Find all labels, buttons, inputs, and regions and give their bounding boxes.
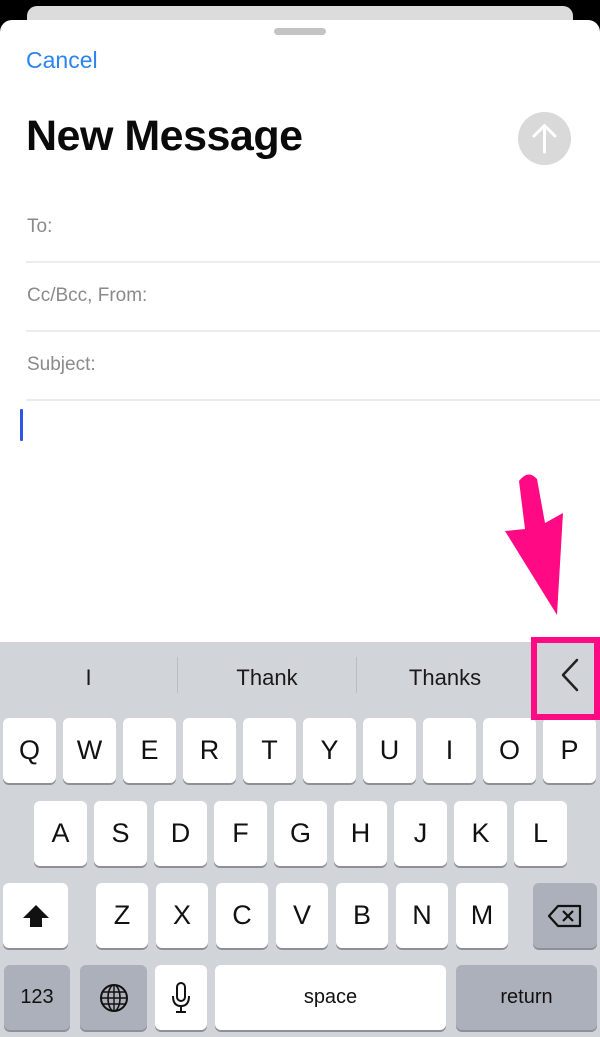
key-h[interactable]: H: [334, 801, 387, 866]
key-c[interactable]: C: [216, 883, 268, 948]
to-label: To:: [27, 216, 53, 237]
key-e[interactable]: E: [123, 718, 176, 783]
globe-icon: [99, 983, 128, 1012]
page-title: New Message: [26, 112, 303, 160]
numbers-key[interactable]: 123: [4, 965, 70, 1030]
pointing-arrow-icon: [505, 474, 563, 615]
key-a[interactable]: A: [34, 801, 87, 866]
microphone-key[interactable]: [155, 965, 207, 1030]
key-q[interactable]: Q: [3, 718, 56, 783]
prediction-1[interactable]: I: [0, 642, 177, 714]
chevron-left-icon[interactable]: [555, 655, 585, 695]
cc-bcc-from-label: Cc/Bcc, From:: [27, 285, 148, 306]
prediction-3[interactable]: Thanks: [357, 642, 533, 714]
sheet-grabber[interactable]: [274, 28, 326, 35]
return-key[interactable]: return: [456, 965, 597, 1030]
key-u[interactable]: U: [363, 718, 416, 783]
key-l[interactable]: L: [514, 801, 567, 866]
key-v[interactable]: V: [276, 883, 328, 948]
globe-key[interactable]: [80, 965, 147, 1030]
key-y[interactable]: Y: [303, 718, 356, 783]
cc-bcc-from-field[interactable]: Cc/Bcc, From:: [26, 262, 600, 332]
shift-icon: [22, 904, 49, 927]
key-f[interactable]: F: [214, 801, 267, 866]
key-t[interactable]: T: [243, 718, 296, 783]
key-s[interactable]: S: [94, 801, 147, 866]
cancel-button[interactable]: Cancel: [26, 47, 98, 74]
send-button[interactable]: [518, 112, 571, 165]
key-k[interactable]: K: [454, 801, 507, 866]
key-i[interactable]: I: [423, 718, 476, 783]
key-d[interactable]: D: [154, 801, 207, 866]
key-x[interactable]: X: [156, 883, 208, 948]
key-b[interactable]: B: [336, 883, 388, 948]
keyboard: I Thank Thanks QWERTYUIOPASDFGHJKLZXCVBN…: [0, 642, 600, 1037]
arrow-up-icon: [532, 124, 557, 154]
shift-key[interactable]: [3, 883, 68, 948]
prediction-2[interactable]: Thank: [178, 642, 356, 714]
key-o[interactable]: O: [483, 718, 536, 783]
key-p[interactable]: P: [543, 718, 596, 783]
key-j[interactable]: J: [394, 801, 447, 866]
subject-label: Subject:: [27, 354, 96, 375]
microphone-icon: [172, 981, 190, 1013]
key-z[interactable]: Z: [96, 883, 148, 948]
space-key[interactable]: space: [215, 965, 446, 1030]
key-r[interactable]: R: [183, 718, 236, 783]
key-m[interactable]: M: [456, 883, 508, 948]
text-cursor: [20, 409, 23, 441]
delete-key[interactable]: [533, 883, 597, 948]
key-g[interactable]: G: [274, 801, 327, 866]
to-field[interactable]: To:: [26, 193, 600, 263]
key-w[interactable]: W: [63, 718, 116, 783]
key-n[interactable]: N: [396, 883, 448, 948]
subject-field[interactable]: Subject:: [26, 331, 600, 401]
delete-icon: [547, 904, 582, 927]
